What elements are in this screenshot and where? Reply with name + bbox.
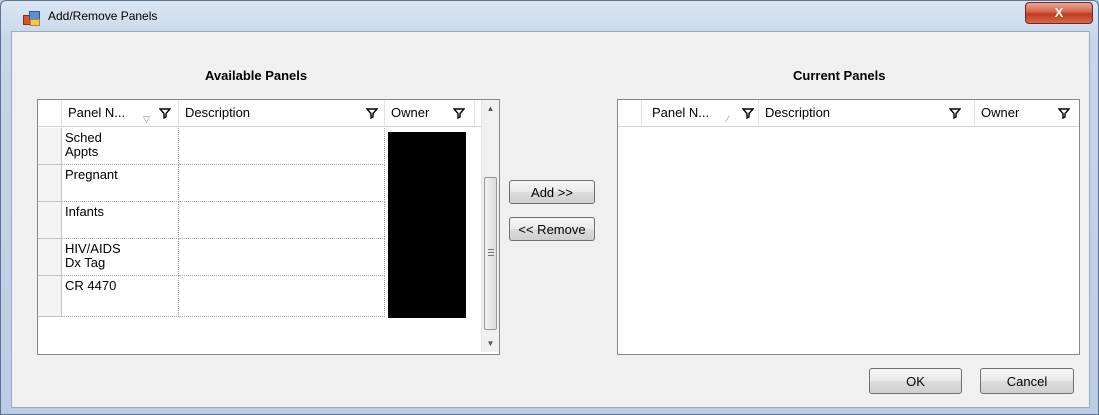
row-header-corner [618, 100, 642, 126]
column-header-owner[interactable]: Owner [975, 100, 1077, 126]
column-header-panel-name[interactable]: Panel N... ▽ [62, 100, 179, 126]
description-cell[interactable] [179, 239, 385, 276]
available-panels-grid[interactable]: Panel N... ▽ Description Owner Sched App… [37, 99, 500, 355]
sort-indicator-icon: ⁄ [727, 114, 729, 124]
row-header[interactable] [38, 276, 62, 317]
available-vertical-scrollbar[interactable]: ▲ ▼ [481, 100, 499, 352]
window-title: Add/Remove Panels [48, 9, 158, 23]
scrollbar-thumb[interactable] [484, 177, 497, 330]
scroll-down-icon[interactable]: ▼ [482, 335, 499, 352]
panel-name-cell[interactable]: HIV/AIDS Dx Tag [62, 239, 179, 276]
column-label: Panel N... [652, 105, 710, 120]
panel-name-cell[interactable]: Infants [62, 202, 179, 239]
cancel-button[interactable]: Cancel [980, 368, 1074, 394]
remove-button[interactable]: << Remove [509, 217, 595, 241]
column-label: Panel N... [68, 105, 126, 120]
column-header-panel-name[interactable]: Panel N... ⁄ [642, 100, 759, 126]
filter-icon[interactable] [159, 107, 171, 119]
add-button[interactable]: Add >> [509, 180, 595, 204]
description-cell[interactable] [179, 202, 385, 239]
column-label: Description [765, 105, 831, 120]
current-panels-title: Current Panels [793, 68, 886, 83]
column-label: Owner [391, 105, 430, 120]
add-remove-panels-window: Add/Remove Panels X Available Panels Pan… [0, 0, 1099, 415]
current-grid-header: Panel N... ⁄ Description Owner [618, 100, 1079, 127]
filter-icon[interactable] [1058, 107, 1070, 119]
panels-window-icon [23, 11, 40, 26]
row-header[interactable] [38, 128, 62, 165]
column-header-description[interactable]: Description [179, 100, 385, 126]
owner-redaction [388, 132, 466, 318]
available-grid-header: Panel N... ▽ Description Owner [38, 100, 481, 127]
current-panels-grid[interactable]: Panel N... ⁄ Description Owner [617, 99, 1080, 355]
description-cell[interactable] [179, 128, 385, 165]
column-label: Description [185, 105, 251, 120]
title-bar[interactable]: Add/Remove Panels X [1, 1, 1098, 31]
dialog-client-area: Available Panels Panel N... ▽ Descriptio… [11, 31, 1090, 408]
column-label: Owner [981, 105, 1020, 120]
column-header-owner[interactable]: Owner [385, 100, 475, 126]
available-panels-title: Available Panels [205, 68, 308, 83]
filter-icon[interactable] [366, 107, 378, 119]
column-header-description[interactable]: Description [759, 100, 975, 126]
description-cell[interactable] [179, 276, 385, 317]
close-button[interactable]: X [1025, 2, 1093, 24]
panel-name-cell[interactable]: CR 4470 [62, 276, 179, 317]
scroll-up-icon[interactable]: ▲ [482, 100, 499, 117]
panel-name-cell[interactable]: Sched Appts [62, 128, 179, 165]
filter-icon[interactable] [742, 107, 754, 119]
ok-button[interactable]: OK [869, 368, 962, 394]
close-icon: X [1054, 5, 1064, 20]
filter-icon[interactable] [949, 107, 961, 119]
filter-icon[interactable] [453, 107, 465, 119]
description-cell[interactable] [179, 165, 385, 202]
row-header-corner [38, 100, 62, 126]
panel-name-cell[interactable]: Pregnant [62, 165, 179, 202]
row-header[interactable] [38, 239, 62, 276]
row-header[interactable] [38, 165, 62, 202]
row-header[interactable] [38, 202, 62, 239]
